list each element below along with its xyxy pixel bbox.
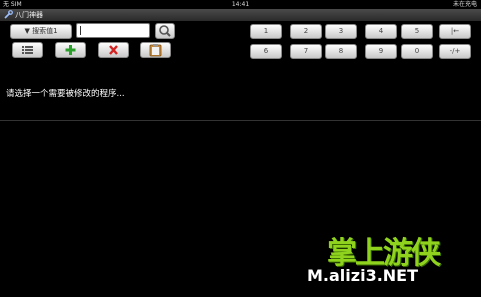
search-input[interactable] — [76, 23, 150, 38]
numpad-key-3[interactable]: 3 — [325, 24, 357, 39]
battery-status: 未在充电 — [452, 1, 477, 8]
watermark-url: M.alizi3.NET — [307, 266, 419, 285]
add-button[interactable] — [55, 42, 86, 58]
clipboard-icon — [149, 44, 162, 57]
search-button[interactable] — [155, 23, 175, 39]
title-bar: 八门神器 — [0, 9, 481, 21]
numpad-key-2[interactable]: 2 — [290, 24, 322, 39]
numpad-key-4[interactable]: 4 — [365, 24, 397, 39]
numpad-key-1[interactable]: 1 — [250, 24, 282, 39]
numpad-backspace-key[interactable]: |← — [439, 24, 471, 39]
app-icon — [4, 10, 13, 19]
toolbar: ▼ 搜索值1 1 2 3 4 5 |← 6 7 8 9 0 -/+ — [0, 21, 481, 61]
numpad-key-5[interactable]: 5 — [401, 24, 433, 39]
close-icon — [109, 45, 118, 55]
search-icon — [159, 25, 171, 37]
numpad-key-7[interactable]: 7 — [290, 44, 322, 59]
numpad-key-8[interactable]: 8 — [325, 44, 357, 59]
app-title: 八门神器 — [15, 11, 43, 19]
list-button[interactable] — [12, 42, 43, 58]
numpad-key-0[interactable]: 0 — [401, 44, 433, 59]
status-bar: 无 SIM 14:41 未在充电 — [0, 0, 481, 9]
plus-icon — [65, 45, 76, 55]
list-icon — [22, 46, 33, 54]
divider — [0, 120, 481, 121]
clipboard-button[interactable] — [140, 42, 171, 58]
clock: 14:41 — [231, 1, 250, 8]
numpad-sign-key[interactable]: -/+ — [439, 44, 471, 59]
numpad-key-6[interactable]: 6 — [250, 44, 282, 59]
process-select-prompt[interactable]: 请选择一个需要被修改的程序... — [6, 87, 125, 99]
delete-button[interactable] — [98, 42, 129, 58]
watermark-logo: 掌上游侠 M.alizi3.NET — [307, 228, 475, 294]
numpad-key-9[interactable]: 9 — [365, 44, 397, 59]
search-type-dropdown[interactable]: ▼ 搜索值1 — [10, 24, 72, 39]
text-cursor — [80, 26, 81, 35]
